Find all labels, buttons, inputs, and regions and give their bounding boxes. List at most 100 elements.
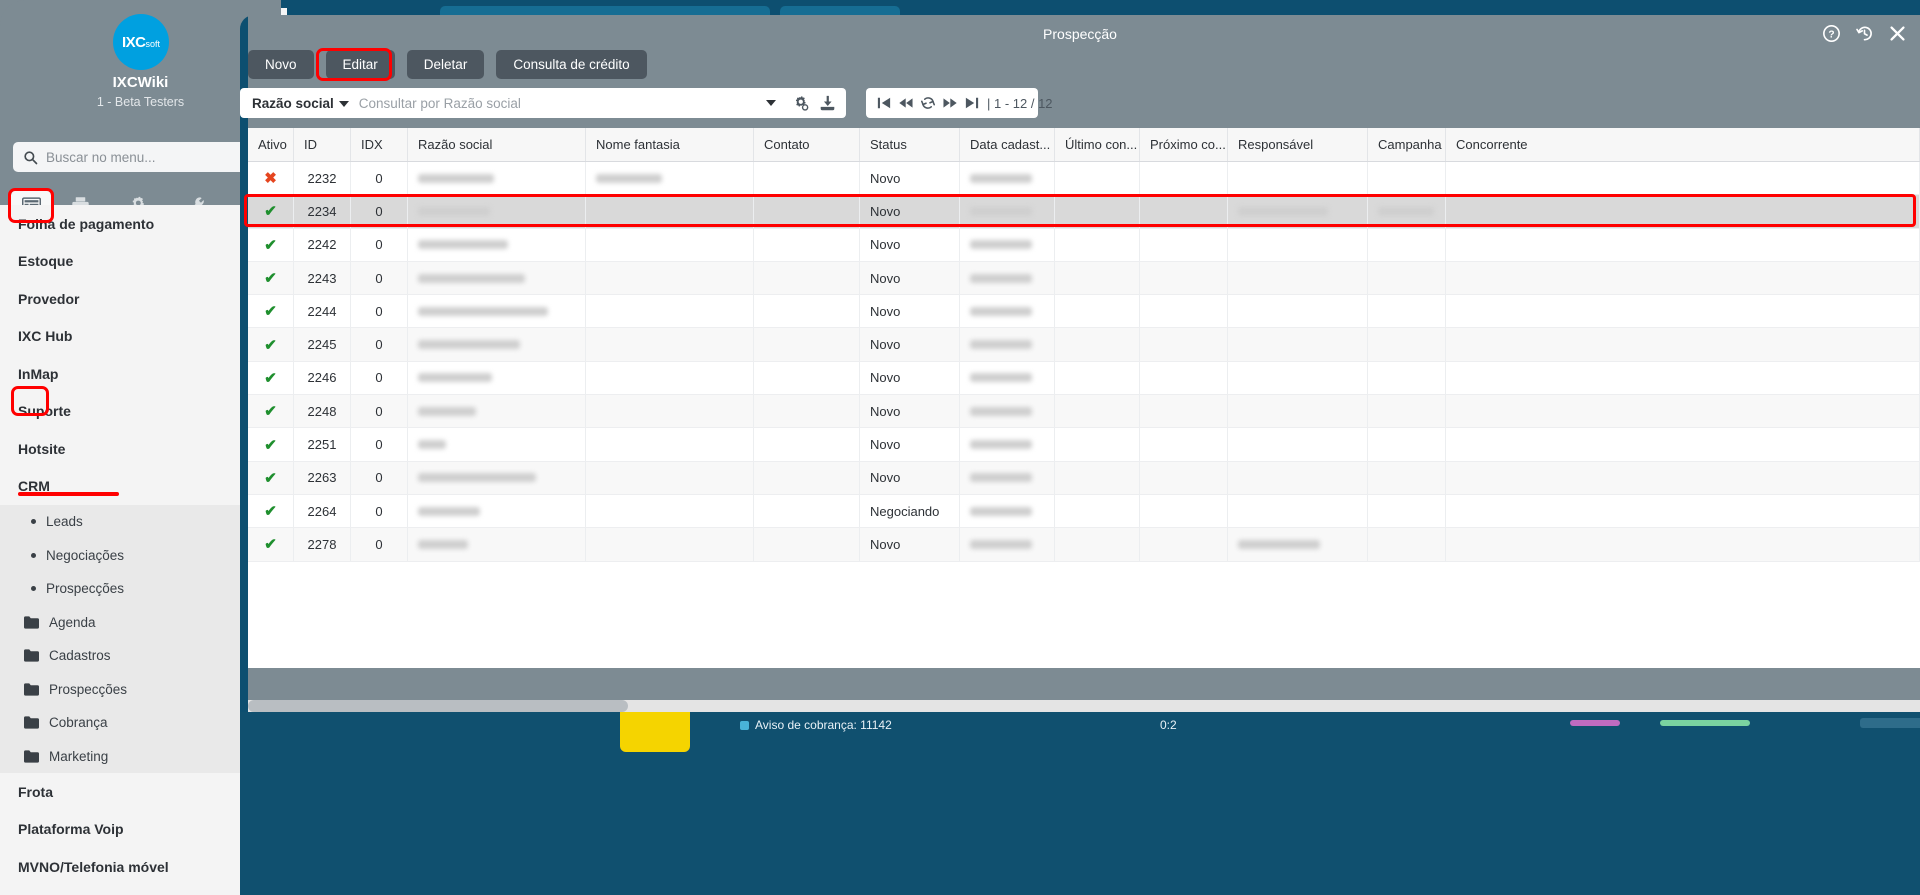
- next-page-icon[interactable]: [943, 96, 957, 110]
- history-icon[interactable]: [1856, 25, 1873, 42]
- action-toolbar: Novo Editar Deletar Consulta de crédito: [248, 50, 647, 79]
- table-row[interactable]: ✖ 2232 0 Novo: [248, 162, 1920, 196]
- refresh-icon[interactable]: [921, 96, 935, 110]
- redacted-value: [418, 506, 480, 516]
- sidebar-menu-scroll[interactable]: Folha de pagamento Estoque Provedor IXC …: [0, 205, 281, 895]
- grid-header-razao_social[interactable]: Razão social: [408, 128, 586, 161]
- sidebar-item-mvno-telefonia-movel[interactable]: MVNO/Telefonia móvel: [0, 848, 281, 886]
- cell-nome_fantasia: [586, 494, 754, 528]
- scrollbar-thumb[interactable]: [248, 700, 628, 712]
- sidebar-item-estoque[interactable]: Estoque: [0, 242, 281, 280]
- redacted-value: [418, 306, 548, 316]
- brand-logo[interactable]: IXCsoft: [113, 14, 169, 70]
- cell-id: 2245: [294, 328, 351, 361]
- sidebar-item-plataforma-voip[interactable]: Plataforma Voip: [0, 810, 281, 848]
- close-icon[interactable]: [1889, 25, 1906, 42]
- prospeccao-grid[interactable]: Ativo ID IDX Razão social Nome fantasia Conta…: [248, 128, 1920, 668]
- menu-search-box[interactable]: [13, 142, 268, 172]
- chevron-down-icon[interactable]: [766, 100, 776, 106]
- grid-header-campanha[interactable]: Campanha: [1368, 128, 1446, 161]
- grid-header-ultimo_contato[interactable]: Último con...: [1055, 128, 1140, 161]
- cell-contato: [754, 395, 860, 428]
- cell-contato: [754, 162, 860, 195]
- sidebar-item-cobranca[interactable]: Cobrança: [0, 706, 281, 740]
- consulta-de-credito-button[interactable]: Consulta de crédito: [496, 50, 647, 79]
- table-row[interactable]: ✔ 2248 0 Novo: [248, 395, 1920, 429]
- prev-page-icon[interactable]: [899, 96, 913, 110]
- last-page-icon[interactable]: [965, 96, 979, 110]
- grid-header-status[interactable]: Status: [860, 128, 960, 161]
- sidebar-item-hotsite[interactable]: Hotsite: [0, 430, 281, 468]
- table-row[interactable]: ✔ 2234 0 Novo: [248, 195, 1920, 229]
- menu-search-input[interactable]: [46, 149, 258, 165]
- cell-concorrente: [1446, 195, 1920, 228]
- help-icon[interactable]: ?: [1823, 25, 1840, 42]
- sidebar-item-label: Cobrança: [49, 715, 108, 731]
- cell-id: 2248: [294, 395, 351, 428]
- editar-button[interactable]: Editar: [325, 50, 395, 79]
- download-icon[interactable]: [819, 95, 836, 112]
- sidebar-item-cadastros[interactable]: Cadastros: [0, 639, 281, 673]
- folder-icon: [24, 683, 39, 696]
- redacted-value: [970, 406, 1032, 416]
- table-row[interactable]: ✔ 2245 0 Novo: [248, 328, 1920, 362]
- cell-concorrente: [1446, 395, 1920, 428]
- filter-search-input[interactable]: [358, 95, 751, 111]
- taskbar-notice[interactable]: Aviso de cobrança: 11142: [740, 718, 892, 732]
- sidebar-item-prospeccoes-folder[interactable]: Prospecções: [0, 673, 281, 707]
- sidebar-item-agenda[interactable]: Agenda: [0, 606, 281, 640]
- sidebar-item-label: InMap: [18, 365, 59, 382]
- grid-horizontal-scrollbar[interactable]: [248, 700, 1920, 712]
- filter-bar: Razão social: [240, 88, 846, 118]
- taskbar-number: 0:2: [1160, 718, 1177, 732]
- cell-id: 2278: [294, 528, 351, 561]
- cell-status: Novo: [860, 295, 960, 328]
- redacted-value: [1238, 539, 1320, 549]
- sidebar-crm-submenu: Leads Negociações Prospecções Agenda Cad…: [0, 505, 281, 773]
- sidebar-item-inmap[interactable]: InMap: [0, 355, 281, 393]
- table-row[interactable]: ✔ 2242 0 Novo: [248, 228, 1920, 262]
- redacted-value: [970, 539, 1032, 549]
- page-title: Prospecção: [1043, 26, 1117, 42]
- sidebar-item-ixc-hub[interactable]: IXC Hub: [0, 317, 281, 355]
- cell-nome_fantasia: [586, 295, 754, 328]
- sidebar-item-frota[interactable]: Frota: [0, 773, 281, 811]
- grid-header-proximo_contato[interactable]: Próximo co...: [1140, 128, 1228, 161]
- table-row[interactable]: ✔ 2263 0 Novo: [248, 461, 1920, 495]
- bottom-taskbar: Aviso de cobrança: 11142 0:2: [240, 712, 1920, 895]
- table-row[interactable]: ✔ 2251 0 Novo: [248, 428, 1920, 462]
- filter-field-selector[interactable]: Razão social: [252, 96, 349, 111]
- grid-header-ativo[interactable]: Ativo: [248, 128, 294, 161]
- cell-id: 2264: [294, 494, 351, 528]
- grid-header-id[interactable]: ID: [294, 128, 351, 161]
- table-row[interactable]: ✔ 2244 0 Novo: [248, 295, 1920, 329]
- sidebar-item-folha-de-pagamento[interactable]: Folha de pagamento: [0, 205, 281, 243]
- grid-header-nome_fantasia[interactable]: Nome fantasia: [586, 128, 754, 161]
- table-row[interactable]: ✔ 2264 0 Negociando: [248, 494, 1920, 529]
- sidebar-item-suporte[interactable]: Suporte: [0, 392, 281, 430]
- grid-header-concorrente[interactable]: Concorrente: [1446, 128, 1920, 161]
- novo-button[interactable]: Novo: [248, 50, 314, 79]
- cell-ativo: ✔: [248, 428, 294, 461]
- sidebar-item-leads[interactable]: Leads: [0, 505, 281, 539]
- first-page-icon[interactable]: [877, 96, 891, 110]
- gears-icon[interactable]: [792, 95, 809, 112]
- sidebar-item-prospeccoes-link[interactable]: Prospecções: [0, 572, 281, 606]
- sidebar-item-crm[interactable]: CRM: [0, 467, 281, 505]
- table-row[interactable]: ✔ 2278 0 Novo: [248, 528, 1920, 562]
- grid-header-idx[interactable]: IDX: [351, 128, 408, 161]
- grid-header-contato[interactable]: Contato: [754, 128, 860, 161]
- cell-razao_social: [408, 228, 586, 261]
- sidebar-item-marketing[interactable]: Marketing: [0, 740, 281, 774]
- redacted-value: [970, 440, 1032, 450]
- cell-contato: [754, 461, 860, 494]
- sidebar-item-provedor[interactable]: Provedor: [0, 280, 281, 318]
- deletar-button[interactable]: Deletar: [406, 50, 485, 79]
- grid-header-responsavel[interactable]: Responsável: [1228, 128, 1368, 161]
- table-row[interactable]: ✔ 2243 0 Novo: [248, 261, 1920, 296]
- grid-header-data_cadastro[interactable]: Data cadast...: [960, 128, 1055, 161]
- redacted-value: [596, 173, 662, 183]
- table-row[interactable]: ✔ 2246 0 Novo: [248, 361, 1920, 396]
- sidebar-item-negociacoes[interactable]: Negociações: [0, 539, 281, 573]
- active-check-icon: ✔: [264, 236, 277, 254]
